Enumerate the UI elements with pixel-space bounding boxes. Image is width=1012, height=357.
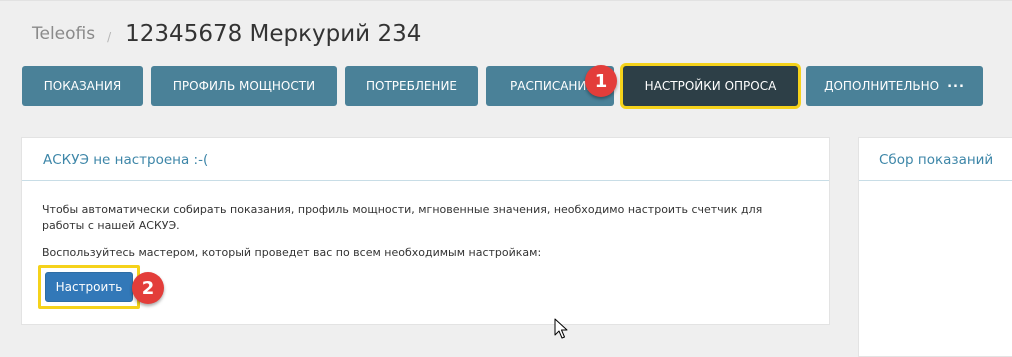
tab-label: НАСТРОЙКИ ОПРОСА xyxy=(644,79,777,93)
tab-label: ПРОФИЛЬ МОЩНОСТИ xyxy=(172,79,316,93)
tab-label: ДОПОЛНИТЕЛЬНО xyxy=(824,79,940,93)
tab-more[interactable]: ДОПОЛНИТЕЛЬНО ... xyxy=(806,66,983,106)
breadcrumb: Teleofis / 12345678 Меркурий 234 xyxy=(32,16,421,52)
panel-title: АСКУЭ не настроена :-( xyxy=(43,152,209,168)
top-border xyxy=(0,0,1012,1)
breadcrumb-separator: / xyxy=(107,30,112,44)
tab-label: РАСПИСАНИЯ xyxy=(510,79,595,93)
panel-description: Чтобы автоматически собирать показания, … xyxy=(42,203,763,232)
tab-power-profile[interactable]: ПРОФИЛЬ МОЩНОСТИ xyxy=(151,66,337,106)
step-marker-2: 2 xyxy=(132,272,164,304)
panel-divider xyxy=(22,180,829,181)
panel-divider xyxy=(859,180,1012,181)
tab-consumption[interactable]: ПОТРЕБЛЕНИЕ xyxy=(345,66,478,106)
tab-label: ПОКАЗАНИЯ xyxy=(43,79,122,93)
tab-poll-settings[interactable]: НАСТРОЙКИ ОПРОСА xyxy=(623,66,798,106)
mouse-cursor-icon xyxy=(554,318,568,339)
tab-readings[interactable]: ПОКАЗАНИЯ xyxy=(22,66,143,106)
panel-title: Сбор показаний xyxy=(879,152,994,168)
setup-button-highlight: Настроить xyxy=(38,265,140,309)
step-marker-1: 1 xyxy=(585,65,617,97)
more-dots-icon: ... xyxy=(947,75,965,91)
readings-collection-panel: Сбор показаний xyxy=(858,137,1012,357)
page-title: 12345678 Меркурий 234 xyxy=(125,21,422,47)
tab-label: ПОТРЕБЛЕНИЕ xyxy=(365,79,458,93)
asue-status-panel: АСКУЭ не настроена :-( Чтобы автоматичес… xyxy=(21,137,830,325)
setup-button[interactable]: Настроить xyxy=(45,272,133,302)
panel-instruction: Воспользуйтесь мастером, который проведе… xyxy=(42,246,542,259)
breadcrumb-root-link[interactable]: Teleofis xyxy=(32,24,95,44)
